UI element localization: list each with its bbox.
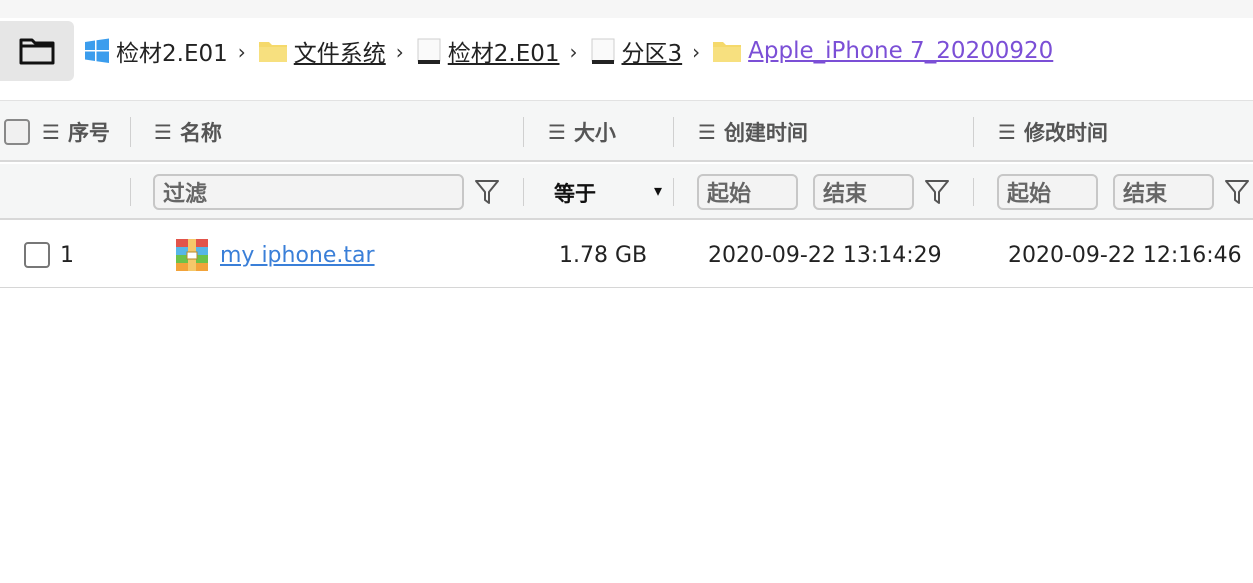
breadcrumb-label: 检材2.E01 [447,41,560,67]
list-icon: ☰ [548,120,566,144]
breadcrumb-item-evidence[interactable]: 检材2.E01 [84,34,228,68]
table-header: ☰ 序号 ☰ 名称 ☰ 大小 ☰ 创建时间 ☰ 修改时间 [0,100,1253,162]
disk-icon [590,36,616,66]
list-icon: ☰ [698,120,716,144]
row-size: 1.78 GB [559,242,648,268]
folder-tree-toggle-button[interactable] [0,21,74,81]
column-divider [130,178,131,206]
breadcrumb-separator: › [395,40,404,64]
breadcrumb: 检材2.E01 › 文件系统 › 检材2.E01 › 分区3 › Apple_i… [84,18,1053,84]
column-divider [973,178,974,206]
breadcrumb-item-current-folder[interactable]: Apple_iPhone 7_20200920 [712,38,1053,64]
column-divider[interactable] [523,117,524,147]
breadcrumb-label: Apple_iPhone 7_20200920 [748,38,1054,64]
breadcrumb-label: 文件系统 [293,41,386,67]
chevron-down-icon: ▾ [654,181,663,200]
column-header-size[interactable]: ☰ 大小 [548,101,616,163]
disk-icon [416,36,442,66]
column-divider[interactable] [130,117,131,147]
column-header-created[interactable]: ☰ 创建时间 [698,101,808,163]
list-icon: ☰ [998,120,1016,144]
row-name-cell: my iphone.tar [176,222,375,288]
created-filter-funnel-icon[interactable] [924,178,950,206]
column-header-label: 大小 [573,121,616,145]
breadcrumb-label: 检材2.E01 [116,41,228,67]
modified-start-input[interactable]: 起始 [997,174,1098,210]
column-header-label: 修改时间 [1023,121,1108,145]
size-operator-select[interactable]: 等于 [554,176,666,210]
column-divider[interactable] [973,117,974,147]
column-divider[interactable] [673,117,674,147]
column-header-index[interactable]: ☰ 序号 [42,101,110,163]
row-checkbox[interactable] [24,242,50,268]
row-index: 1 [60,242,74,268]
breadcrumb-bar: 检材2.E01 › 文件系统 › 检材2.E01 › 分区3 › Apple_i… [0,18,1253,84]
table-row[interactable]: 1 my iphone.tar 1.78 GB 2020-09-22 13:14… [0,222,1253,288]
folder-icon [258,38,288,64]
column-header-modified[interactable]: ☰ 修改时间 [998,101,1108,163]
row-created-time: 2020-09-22 13:14:29 [708,242,942,268]
column-header-label: 创建时间 [723,121,808,145]
column-divider [523,178,524,206]
breadcrumb-item-filesystem[interactable]: 文件系统 [258,34,386,68]
name-filter-funnel-icon[interactable] [474,178,500,206]
name-filter-input[interactable]: 过滤 [153,174,464,210]
column-header-label: 名称 [179,121,222,145]
breadcrumb-separator: › [569,40,578,64]
select-all-checkbox[interactable] [4,119,30,145]
file-name-link[interactable]: my iphone.tar [220,243,375,268]
size-operator-value: 等于 [554,182,596,206]
column-header-label: 序号 [67,121,110,145]
modified-end-input[interactable]: 结束 [1113,174,1214,210]
breadcrumb-label: 分区3 [621,41,683,67]
archive-icon [176,239,208,271]
windows-icon [84,38,110,64]
created-start-input[interactable]: 起始 [697,174,798,210]
top-strip [0,0,1253,18]
breadcrumb-separator: › [692,40,701,64]
row-modified-time: 2020-09-22 12:16:46 [1008,242,1242,268]
breadcrumb-item-evidence-disk[interactable]: 检材2.E01 [416,34,560,68]
breadcrumb-separator: › [237,40,246,64]
created-end-input[interactable]: 结束 [813,174,914,210]
list-icon: ☰ [42,120,60,144]
list-icon: ☰ [154,120,172,144]
filter-row: 过滤 等于 ▾ 起始 结束 起始 结束 [0,164,1253,220]
column-divider [673,178,674,206]
folder-icon [712,38,742,64]
select-all-checkbox-cell [4,101,30,163]
breadcrumb-item-partition[interactable]: 分区3 [590,34,683,68]
row-checkbox-cell [24,222,50,288]
modified-filter-funnel-icon[interactable] [1224,178,1250,206]
folder-outline-icon [19,38,55,65]
column-header-name[interactable]: ☰ 名称 [154,101,222,163]
